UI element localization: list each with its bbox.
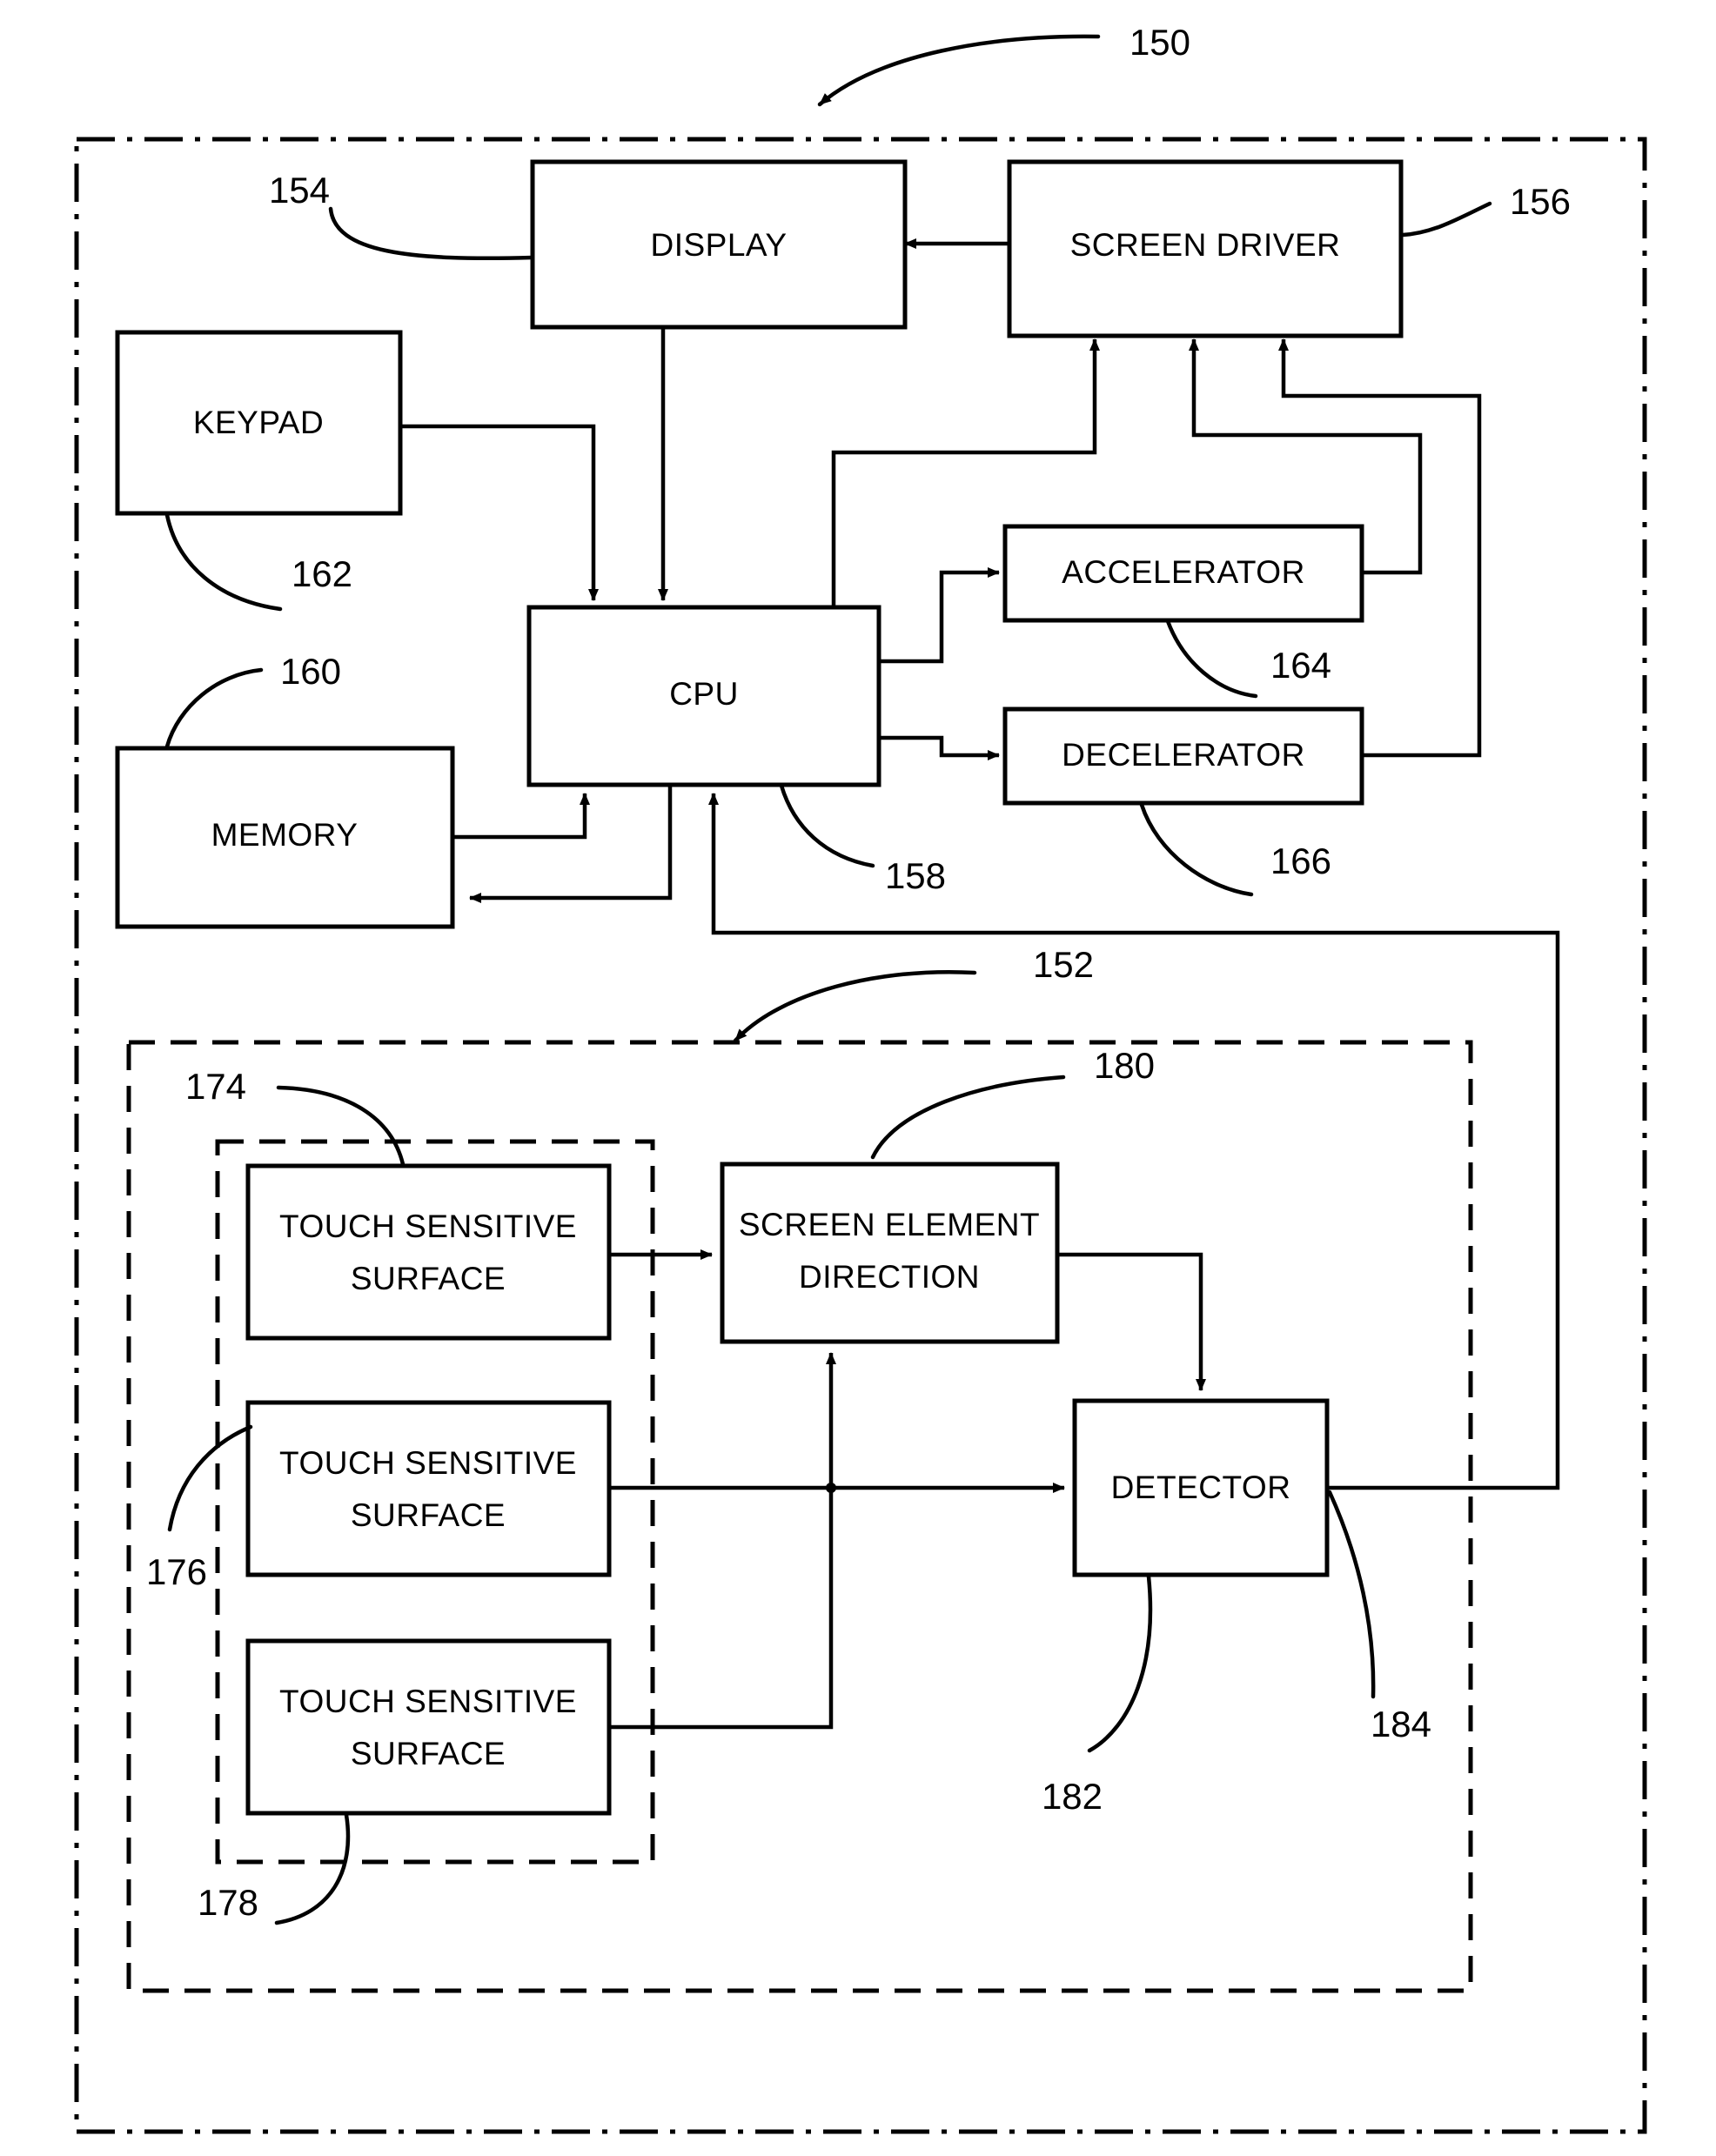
block-touch-sensitive-surface-1-label-line2: SURFACE: [351, 1261, 506, 1296]
block-touch-sensitive-surface-3-label-line2: SURFACE: [351, 1736, 506, 1771]
wire-keypad-to-cpu: [400, 424, 599, 601]
block-cpu-label: CPU: [669, 676, 739, 712]
block-display[interactable]: DISPLAY: [530, 159, 908, 330]
leader-174: [276, 1085, 406, 1167]
leader-166: [1139, 802, 1254, 897]
leader-160: [164, 667, 264, 749]
block-touch-sensitive-surface-1[interactable]: TOUCH SENSITIVE SURFACE: [245, 1163, 612, 1341]
block-touch-sensitive-surface-2-rect[interactable]: [245, 1400, 612, 1577]
block-decelerator-label: DECELERATOR: [1062, 737, 1305, 773]
ref-164: 164: [1270, 645, 1331, 686]
ref-178: 178: [198, 1882, 258, 1923]
leader-150: [817, 34, 1101, 107]
block-display-label: DISPLAY: [650, 227, 787, 263]
ref-180: 180: [1094, 1045, 1155, 1086]
ref-176: 176: [146, 1551, 207, 1592]
block-screen-driver-label: SCREEN DRIVER: [1070, 227, 1341, 263]
block-touch-sensitive-surface-3-label-line1: TOUCH SENSITIVE: [279, 1684, 577, 1719]
block-keypad-label: KEYPAD: [193, 405, 324, 440]
block-accelerator-label: ACCELERATOR: [1062, 554, 1305, 590]
wire-cpu-to-decelerator: [879, 735, 1000, 760]
wire-sed-to-detector: [1057, 1252, 1206, 1391]
leader-154: [328, 206, 535, 261]
leader-152: [733, 970, 977, 1043]
ref-162: 162: [292, 553, 352, 594]
wire-touch3-to-junction: [609, 1492, 834, 1730]
block-cpu[interactable]: CPU: [526, 605, 881, 787]
leader-176: [167, 1424, 253, 1532]
block-keypad[interactable]: KEYPAD: [115, 330, 403, 516]
block-decelerator[interactable]: DECELERATOR: [1002, 706, 1364, 806]
wire-memory-to-cpu: [452, 793, 590, 840]
ref-156: 156: [1510, 181, 1571, 222]
block-touch-sensitive-surface-1-rect[interactable]: [245, 1163, 612, 1341]
wire-detector-to-cpu: [708, 793, 1560, 1490]
leader-162: [164, 512, 283, 612]
block-screen-element-direction-rect[interactable]: [720, 1162, 1060, 1344]
ref-158: 158: [885, 855, 946, 896]
leader-182: [1087, 1574, 1153, 1753]
block-screen-element-direction-label-line1: SCREEN ELEMENT: [739, 1207, 1040, 1242]
leader-178: [274, 1812, 351, 1925]
leader-158: [779, 783, 875, 868]
block-memory-label: MEMORY: [211, 817, 359, 853]
block-touch-sensitive-surface-2-label-line1: TOUCH SENSITIVE: [279, 1445, 577, 1481]
block-touch-sensitive-surface-2-label-line2: SURFACE: [351, 1497, 506, 1533]
ref-166: 166: [1270, 840, 1331, 881]
block-touch-sensitive-surface-3[interactable]: TOUCH SENSITIVE SURFACE: [245, 1638, 612, 1816]
leader-184: [1327, 1490, 1376, 1699]
ref-184: 184: [1371, 1704, 1431, 1744]
block-screen-element-direction-label-line2: DIRECTION: [799, 1259, 980, 1295]
block-touch-sensitive-surface-1-label-line1: TOUCH SENSITIVE: [279, 1209, 577, 1244]
block-detector-label: DETECTOR: [1111, 1470, 1291, 1505]
block-diagram-svg: DISPLAY SCREEN DRIVER KEYPAD CPU MEMORY …: [74, 22, 1647, 2134]
block-touch-sensitive-surface-2[interactable]: TOUCH SENSITIVE SURFACE: [245, 1400, 612, 1577]
block-screen-element-direction[interactable]: SCREEN ELEMENT DIRECTION: [720, 1162, 1060, 1344]
patent-figure: DISPLAY SCREEN DRIVER KEYPAD CPU MEMORY …: [0, 0, 1716, 2156]
wire-cpu-to-memory: [469, 783, 673, 903]
ref-174: 174: [185, 1066, 246, 1107]
leader-164: [1165, 619, 1258, 699]
ref-152: 152: [1033, 944, 1094, 985]
wire-junction-dot: [826, 1483, 836, 1493]
wire-cpu-to-accelerator: [879, 567, 1000, 664]
ref-150: 150: [1129, 22, 1190, 63]
block-touch-sensitive-surface-3-rect[interactable]: [245, 1638, 612, 1816]
block-screen-driver[interactable]: SCREEN DRIVER: [1007, 159, 1404, 338]
leader-180: [870, 1075, 1066, 1160]
ref-154: 154: [269, 170, 330, 211]
block-detector[interactable]: DETECTOR: [1072, 1398, 1330, 1577]
block-memory[interactable]: MEMORY: [115, 746, 455, 929]
block-accelerator[interactable]: ACCELERATOR: [1002, 524, 1364, 623]
ref-182: 182: [1042, 1776, 1103, 1817]
leader-156: [1400, 201, 1492, 238]
ref-160: 160: [280, 651, 341, 692]
